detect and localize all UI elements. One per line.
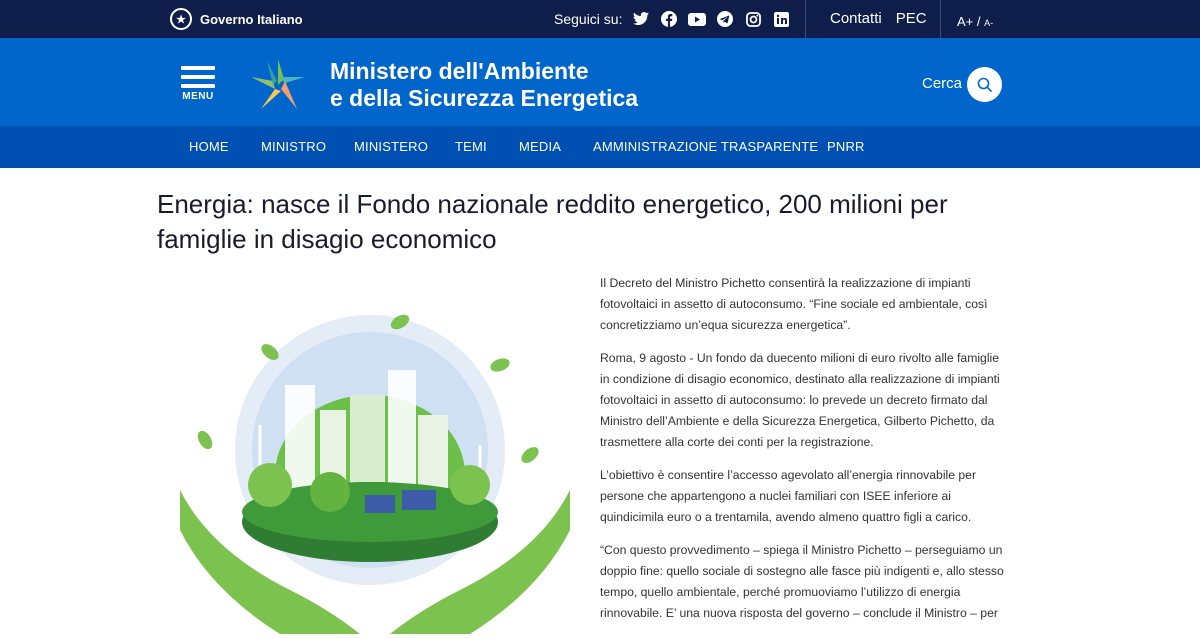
- menu-button[interactable]: MENU: [181, 66, 215, 102]
- follow-label: Seguici su:: [554, 11, 623, 27]
- nav-item-home[interactable]: HOME: [189, 139, 229, 154]
- top-bar: ★ Governo Italiano Seguici su: Contatti …: [0, 0, 1200, 38]
- menu-label: MENU: [182, 91, 214, 102]
- search-button[interactable]: [967, 67, 1002, 102]
- site-title[interactable]: Ministero dell'Ambiente e della Sicurezz…: [330, 58, 638, 112]
- gov-label: Governo Italiano: [200, 11, 303, 27]
- article-body: Il Decreto del Ministro Pichetto consent…: [600, 273, 1010, 636]
- hamburger-icon: [181, 84, 215, 88]
- contatti-link[interactable]: Contatti: [830, 10, 882, 27]
- governo-italiano-link[interactable]: ★ Governo Italiano: [170, 8, 303, 30]
- font-decrease-button[interactable]: A-: [984, 18, 993, 28]
- telegram-icon[interactable]: [716, 10, 734, 28]
- youtube-icon[interactable]: [688, 10, 707, 28]
- contact-links: Contatti PEC: [830, 10, 927, 27]
- ministry-logo[interactable]: [247, 55, 309, 113]
- search-label[interactable]: Cerca: [922, 75, 962, 92]
- twitter-icon[interactable]: [632, 10, 650, 28]
- instagram-icon[interactable]: [744, 10, 762, 28]
- nav-item-pnrr[interactable]: PNRR: [827, 139, 865, 154]
- site-header: MENU Ministero dell'Ambiente e della Sic…: [0, 38, 1200, 126]
- article-paragraph: “Con questo provvedimento – spiega il Mi…: [600, 543, 1004, 620]
- linkedin-icon[interactable]: [772, 10, 790, 28]
- italian-emblem-icon: ★: [170, 8, 192, 30]
- article-paragraph: L’obiettivo è consentire l’accesso agevo…: [600, 468, 977, 524]
- nav-item-media[interactable]: MEDIA: [519, 139, 561, 154]
- title-line-1: Ministero dell'Ambiente: [330, 58, 589, 84]
- facebook-icon[interactable]: [660, 10, 678, 28]
- article-paragraph: Roma, 9 agosto - Un fondo da duecento mi…: [600, 351, 1000, 449]
- divider: [805, 0, 806, 38]
- social-links: Seguici su:: [554, 10, 790, 28]
- title-line-2: e della Sicurezza Energetica: [330, 85, 639, 111]
- nav-item-ministero[interactable]: MINISTERO: [354, 139, 428, 154]
- main-nav: HOME MINISTRO MINISTERO TEMI MEDIA AMMIN…: [0, 126, 1200, 168]
- article-paragraph: Il Decreto del Ministro Pichetto consent…: [600, 276, 988, 332]
- font-increase-button[interactable]: A+: [957, 14, 973, 29]
- hamburger-icon: [181, 66, 215, 70]
- hamburger-icon: [181, 75, 215, 79]
- pec-link[interactable]: PEC: [896, 10, 927, 27]
- nav-item-ministro[interactable]: MINISTRO: [261, 139, 326, 154]
- article-illustration: [170, 300, 580, 634]
- nav-item-amministrazione-trasparente[interactable]: AMMINISTRAZIONE TRASPARENTE: [593, 139, 818, 154]
- divider: [940, 0, 941, 38]
- nav-item-temi[interactable]: TEMI: [455, 139, 487, 154]
- font-size-controls: A+ / A-: [957, 14, 993, 29]
- article-title: Energia: nasce il Fondo nazionale reddit…: [157, 189, 948, 254]
- font-size-separator: /: [973, 14, 985, 29]
- search-icon: [977, 77, 992, 92]
